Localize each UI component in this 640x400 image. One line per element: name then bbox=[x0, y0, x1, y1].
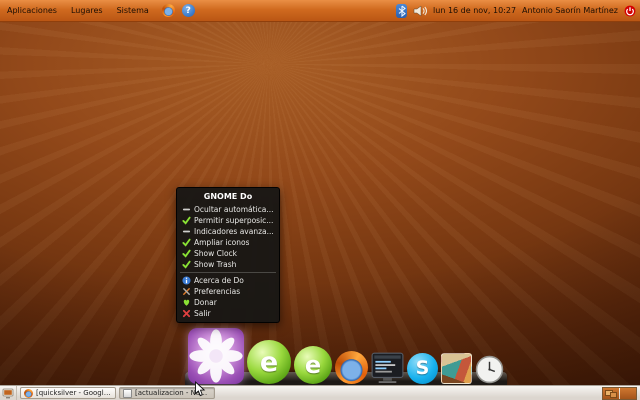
dock-item-emesene[interactable]: e bbox=[247, 340, 291, 384]
window-list: [quicksilver - Google S...[actualizacion… bbox=[17, 387, 215, 399]
dash-icon bbox=[181, 205, 191, 215]
dash-icon bbox=[181, 227, 191, 237]
quick-launch: ? bbox=[161, 3, 196, 18]
menu-item-preferencias[interactable]: Preferencias bbox=[177, 286, 279, 297]
dock: eeS bbox=[188, 328, 504, 384]
clock-icon bbox=[475, 355, 504, 384]
firefox-icon bbox=[24, 389, 33, 398]
menu-item-donar[interactable]: Donar bbox=[177, 297, 279, 308]
top-panel: AplicacionesLugaresSistema ? lun 16 de n… bbox=[0, 0, 640, 22]
mouse-cursor bbox=[194, 381, 206, 398]
donate-icon bbox=[181, 298, 191, 308]
check-icon bbox=[181, 260, 191, 270]
terminal-icon bbox=[371, 351, 404, 384]
menu-item-show-trash[interactable]: Show Trash bbox=[177, 259, 279, 270]
system-tray: lun 16 de nov, 10:27 Antonio Saorín Mart… bbox=[396, 4, 640, 18]
exaile-glyph: e bbox=[305, 353, 321, 377]
bottom-taskbar: [quicksilver - Google S...[actualizacion… bbox=[0, 385, 640, 400]
menu-item-ampliar-iconos[interactable]: Ampliar iconos bbox=[177, 237, 279, 248]
show-desktop-button[interactable] bbox=[0, 386, 17, 400]
menu-item-ocultar-autom-tica[interactable]: Ocultar automática... bbox=[177, 204, 279, 215]
tools-icon bbox=[181, 287, 191, 297]
menu-item-acerca-de-do[interactable]: Acerca de Do bbox=[177, 275, 279, 286]
panel-clock[interactable]: lun 16 de nov, 10:27 bbox=[433, 6, 516, 15]
menu-item-show-clock[interactable]: Show Clock bbox=[177, 248, 279, 259]
menu-separator bbox=[180, 272, 276, 273]
workspace-1[interactable] bbox=[603, 388, 619, 399]
skype-glyph: S bbox=[416, 359, 430, 378]
check-icon bbox=[181, 216, 191, 226]
menu-item-indicadores-avanza[interactable]: Indicadores avanza... bbox=[177, 226, 279, 237]
quit-icon bbox=[181, 309, 191, 319]
dock-item-gnome-do[interactable] bbox=[188, 328, 244, 384]
dock-item-clock[interactable] bbox=[475, 355, 504, 384]
menu-lugares[interactable]: Lugares bbox=[64, 0, 110, 21]
menu-aplicaciones[interactable]: Aplicaciones bbox=[0, 0, 64, 21]
dock-item-skype[interactable]: S bbox=[407, 353, 438, 384]
firefox-icon bbox=[162, 4, 175, 17]
help-launcher[interactable]: ? bbox=[181, 3, 196, 18]
dock-item-exaile[interactable]: e bbox=[294, 346, 332, 384]
bluetooth-icon[interactable] bbox=[396, 4, 407, 18]
dock-item-firefox[interactable] bbox=[335, 351, 368, 384]
menu-item-permitir-superposic[interactable]: Permitir superposic... bbox=[177, 215, 279, 226]
document-icon bbox=[123, 389, 132, 398]
info-icon bbox=[181, 276, 191, 286]
volume-icon[interactable] bbox=[413, 5, 427, 17]
menu-item-salir[interactable]: Salir bbox=[177, 308, 279, 319]
gnome-do-context-menu: GNOME Do Ocultar automática...Permitir s… bbox=[176, 187, 280, 323]
dock-item-terminal[interactable] bbox=[371, 351, 404, 384]
menu-sistema[interactable]: Sistema bbox=[110, 0, 156, 21]
panel-menubar: AplicacionesLugaresSistema bbox=[0, 0, 156, 21]
workspace-2[interactable] bbox=[620, 388, 636, 399]
gnome-do-icon bbox=[188, 328, 244, 384]
emesene-glyph: e bbox=[260, 349, 278, 376]
shutdown-icon[interactable] bbox=[624, 5, 636, 17]
check-icon bbox=[181, 249, 191, 259]
check-icon bbox=[181, 238, 191, 248]
user-switcher[interactable]: Antonio Saorín Martínez bbox=[522, 6, 618, 15]
desktop-screen: AplicacionesLugaresSistema ? lun 16 de n… bbox=[0, 0, 640, 400]
help-icon: ? bbox=[182, 4, 195, 17]
firefox-launcher[interactable] bbox=[161, 3, 176, 18]
workspace-switcher bbox=[602, 387, 637, 400]
context-menu-title: GNOME Do bbox=[177, 190, 279, 204]
taskbar-window-1[interactable]: [quicksilver - Google S... bbox=[20, 387, 116, 399]
context-menu-items: Ocultar automática...Permitir superposic… bbox=[177, 204, 279, 319]
dock-item-image-viewer[interactable] bbox=[441, 353, 472, 384]
